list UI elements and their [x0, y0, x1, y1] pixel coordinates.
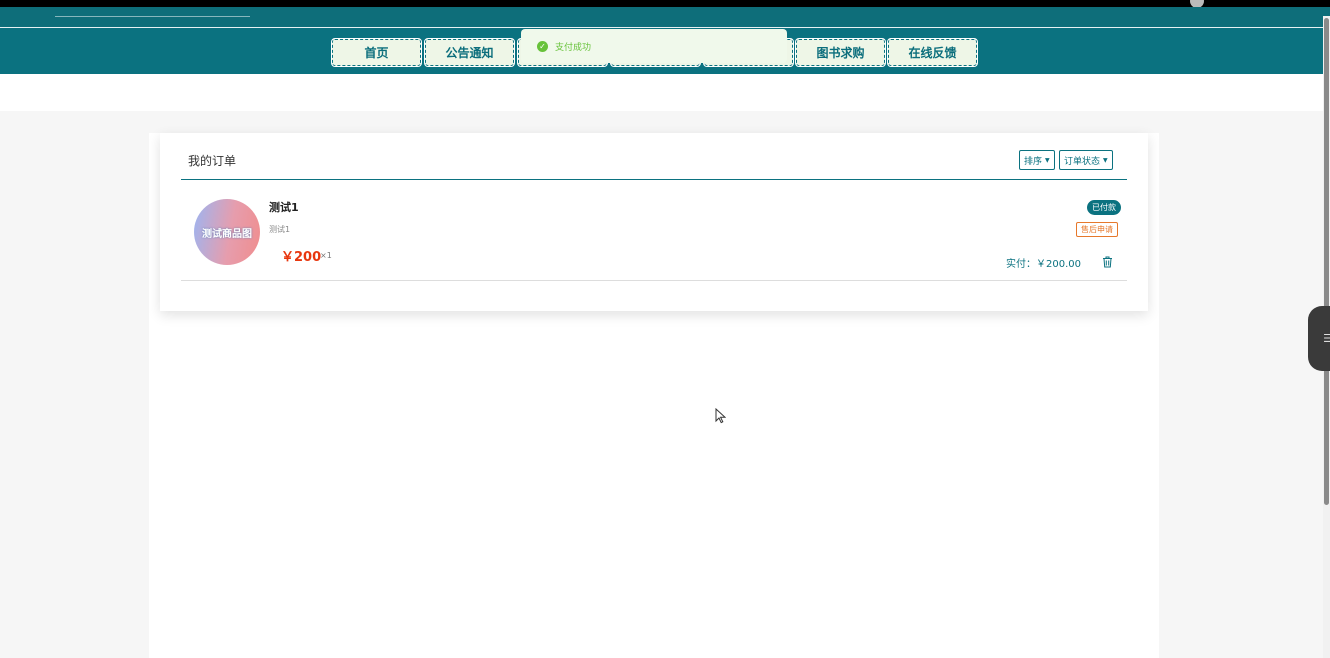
paid-total: 实付：￥200.00: [1006, 259, 1081, 270]
nav-announcements[interactable]: 公告通知: [424, 38, 515, 67]
caret-down-icon: ▼: [1045, 156, 1050, 164]
header-divider: [181, 179, 1127, 180]
nav-home[interactable]: 首页: [331, 38, 422, 67]
mouse-cursor-icon: [715, 407, 727, 428]
order-divider: [181, 280, 1127, 281]
product-price: ￥200: [281, 250, 322, 265]
check-circle-icon: ✓: [537, 40, 548, 52]
list-icon: ☰: [1323, 332, 1330, 345]
sort-dropdown[interactable]: 排序 ▼: [1019, 150, 1055, 170]
scrollbar-thumb[interactable]: [1324, 18, 1329, 505]
side-menu-tab[interactable]: ☰: [1308, 306, 1330, 371]
nav-book-request[interactable]: 图书求购: [795, 38, 886, 67]
thumbnail-text: 测试商品图: [202, 228, 252, 240]
order-status-dropdown-label: 订单状态: [1064, 156, 1101, 167]
browser-top-strip: [0, 0, 1330, 7]
product-thumbnail[interactable]: 测试商品图: [194, 199, 260, 265]
sort-dropdown-label: 排序: [1024, 156, 1043, 167]
header-underline: [55, 16, 250, 17]
product-description: 测试1: [269, 225, 291, 234]
trash-icon[interactable]: [1102, 253, 1113, 272]
orders-panel: 我的订单 排序 ▼ 订单状态 ▼ 测试商品图 测试1 测试1 ￥200 ×1 已…: [160, 133, 1148, 311]
nav-feedback[interactable]: 在线反馈: [887, 38, 978, 67]
status-badge: 已付款: [1087, 200, 1121, 215]
caret-down-icon: ▼: [1103, 156, 1108, 164]
product-name[interactable]: 测试1: [269, 199, 299, 215]
page-title: 我的订单: [188, 154, 237, 168]
order-status-dropdown[interactable]: 订单状态 ▼: [1059, 150, 1113, 170]
header-top-bar: [0, 7, 1330, 27]
success-toast: ✓ 支付成功: [521, 29, 787, 63]
header-spacer: [0, 74, 1323, 111]
product-quantity: ×1: [320, 251, 332, 260]
toast-message: 支付成功: [555, 42, 592, 53]
after-sale-button[interactable]: 售后申请: [1076, 222, 1118, 237]
